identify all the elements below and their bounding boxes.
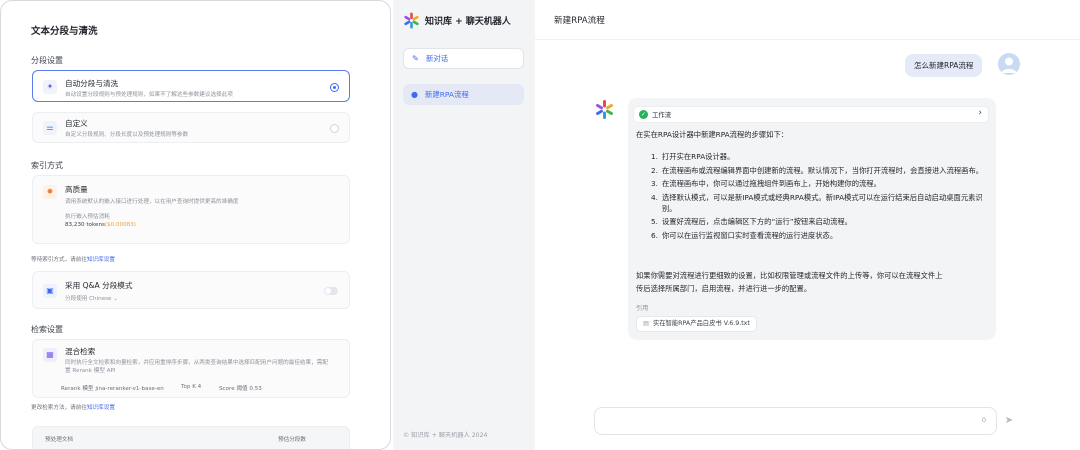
list-item: 5. 设置好流程后，点击编辑区下方的“运行”按钮来启动流程。 (651, 217, 852, 227)
bot-logo-icon (596, 100, 613, 119)
workflow-expander[interactable]: ✓ 工作流 › (633, 106, 989, 123)
header-divider (535, 39, 1080, 40)
bot-avatar (593, 98, 616, 121)
chat-bubble-icon: ● (411, 90, 418, 99)
list-item: 1. 打开实在RPA设计器。 (651, 152, 735, 161)
list-item: 3. 在流程画布中，你可以通过拖拽组件到画布上，开始构建你的流程。 (651, 179, 881, 189)
send-icon: ➤ (1004, 415, 1014, 426)
rerank-model: Rerank 模型 jina-reranker-v1-base-en (61, 386, 164, 392)
answer-intro: 在实在RPA设计器中新建RPA流程的步骤如下： (636, 130, 789, 139)
assistant-message: ✓ 工作流 › 在实在RPA设计器中新建RPA流程的步骤如下： 1. 打开实在RP… (628, 98, 996, 340)
brand: 知识库 + 聊天机器人 (403, 11, 511, 29)
hybrid-retrieval-desc-2: 置 Rerank 模型 API (65, 368, 116, 374)
user-message: 怎么新建RPA流程 (905, 54, 983, 77)
score-threshold: Score 阈值 0.53 (219, 386, 262, 392)
high-quality-desc: 调用系统默认的嵌入接口进行处理，以在用户查询时提供更高的准确度 (65, 199, 239, 205)
qa-mode-label: 采用 Q&A 分段模式 (65, 281, 133, 290)
chat-title: 新建RPA流程 (554, 16, 605, 26)
index-heading: 索引方式 (31, 161, 63, 170)
settings-panel: 文本分段与清洗 分段设置 ✦ 自动分段与清洗 自动设置分段规则与预处理规则，如果… (0, 0, 391, 450)
citation-heading: 引用 (636, 305, 649, 312)
answer-steps: 1. 打开实在RPA设计器。 2. 在流程画布或流程编辑界面中创建新的流程。默认情况… (651, 152, 989, 245)
retrieval-note: 更改检索方法，请前往知识库设置 (31, 405, 115, 411)
custom-segment-desc: 自定义分段规则、分段长度以及预处理规则等参数 (65, 132, 189, 138)
segment-heading: 分段设置 (31, 56, 63, 65)
grid-icon: ▦ (43, 348, 57, 362)
sidebar: 知识库 + 聊天机器人 ✎ 新对话 ● 新建RPA流程 © 知识库 + 聊天机器… (393, 0, 535, 450)
qa-icon: ▣ (43, 284, 57, 298)
file-icon: ▤ (643, 320, 649, 327)
list-item: 2. 在流程画布或流程编辑界面中创建新的流程。默认情况下，当你打开流程时，会直接进… (651, 165, 984, 175)
chevron-right-icon: › (978, 108, 982, 118)
user-icon (1001, 57, 1017, 73)
conversation-label: 新建RPA流程 (425, 90, 469, 99)
custom-segment-radio[interactable] (330, 124, 339, 133)
new-chat-button[interactable]: ✎ 新对话 (403, 48, 524, 69)
app-name: 知识库 + 聊天机器人 (425, 16, 511, 27)
hybrid-retrieval-label: 混合检索 (65, 347, 96, 356)
retrieval-settings-link[interactable]: 知识库设置 (87, 405, 115, 411)
list-item: 6. 你可以在运行监视窗口实时查看流程的运行进度状态。 (651, 230, 838, 240)
app-logo-icon (404, 12, 419, 28)
custom-segment-option[interactable]: ⚌ 自定义 自定义分段规则、分段长度以及预处理规则等参数 (32, 112, 350, 143)
preview-table: 预处理文档 预估分段数 (32, 426, 350, 449)
custom-segment-label: 自定义 (65, 119, 88, 128)
user-avatar (998, 53, 1020, 75)
sparkle-icon: ✦ (43, 80, 57, 94)
high-quality-label: 高质量 (65, 185, 88, 194)
embedding-cost-label: 执行嵌入预估消耗 (65, 214, 110, 220)
qa-language-select[interactable]: 分段使用 Chinese ⌄ (65, 294, 118, 302)
citation-file[interactable]: ▤ 实在智能RPA产品白皮书 V.6.9.txt (636, 316, 757, 332)
input-char-count: 0 (981, 416, 986, 424)
new-chat-label: 新对话 (426, 54, 449, 63)
preview-col-doc: 预处理文档 (45, 437, 73, 443)
preview-col-count: 预估分段数 (278, 437, 306, 443)
star-icon: ✸ (43, 185, 57, 199)
workflow-label: 工作流 (652, 111, 672, 119)
auto-segment-desc: 自动设置分段规则与预处理规则，如果不了解这些参数建议选择此项 (65, 92, 233, 98)
retrieval-heading: 检索设置 (31, 325, 63, 334)
send-button[interactable]: ➤ (997, 410, 1021, 432)
app-screenshot: 文本分段与清洗 分段设置 ✦ 自动分段与清洗 自动设置分段规则与预处理规则，如果… (0, 0, 1080, 450)
qa-mode-toggle[interactable] (324, 287, 338, 295)
high-quality-option[interactable]: ✸ 高质量 调用系统默认的嵌入接口进行处理，以在用户查询时提供更高的准确度 执行… (32, 175, 350, 244)
index-note: 等待索引方式，请前往知识库设置 (31, 257, 115, 263)
edit-icon: ✎ (412, 54, 419, 63)
answer-outro-1: 如果你需要对流程进行更细致的设置，比如权限管理或流程文件的上传等，你可以在流程文… (636, 271, 943, 280)
sidebar-footer: © 知识库 + 聊天机器人 2024 (403, 432, 488, 439)
sliders-icon: ⚌ (43, 121, 57, 135)
auto-segment-radio[interactable] (330, 83, 339, 92)
qa-mode-option[interactable]: ▣ 采用 Q&A 分段模式 分段使用 Chinese ⌄ (32, 271, 350, 309)
auto-segment-option[interactable]: ✦ 自动分段与清洗 自动设置分段规则与预处理规则，如果不了解这些参数建议选择此项 (32, 70, 350, 102)
chat-area: 新建RPA流程 怎么新建RPA流程 ✓ 工作流 › 在实在RPA设计器中新建RP… (535, 0, 1080, 450)
index-settings-link[interactable]: 知识库设置 (87, 257, 115, 263)
panel-title: 文本分段与清洗 (31, 26, 98, 37)
hybrid-retrieval-desc-1: 同时执行全文检索和向量检索，并应用重排序步骤，从两类查询结果中选择匹配用户问题的… (65, 360, 328, 366)
list-item: 4. 选择默认模式，可以是新IPA模式或经典RPA模式。新IPA模式可以在运行结束… (651, 193, 983, 213)
answer-outro-2: 传后选择所属部门，启用流程，并进行进一步的配置。 (636, 284, 812, 293)
top-k-value: Top K 4 (181, 384, 202, 390)
check-circle-icon: ✓ (639, 110, 648, 119)
citation-file-name: 实在智能RPA产品白皮书 V.6.9.txt (652, 320, 750, 327)
auto-segment-label: 自动分段与清洗 (65, 79, 119, 88)
chat-input[interactable]: 0 (594, 407, 997, 435)
hybrid-retrieval-option[interactable]: ▦ 混合检索 同时执行全文检索和向量检索，并应用重排序步骤，从两类查询结果中选择… (32, 339, 350, 398)
conversation-item-active[interactable]: ● 新建RPA流程 (403, 84, 524, 105)
embedding-cost-value: 83,230 tokens($0.00083) (65, 222, 136, 228)
